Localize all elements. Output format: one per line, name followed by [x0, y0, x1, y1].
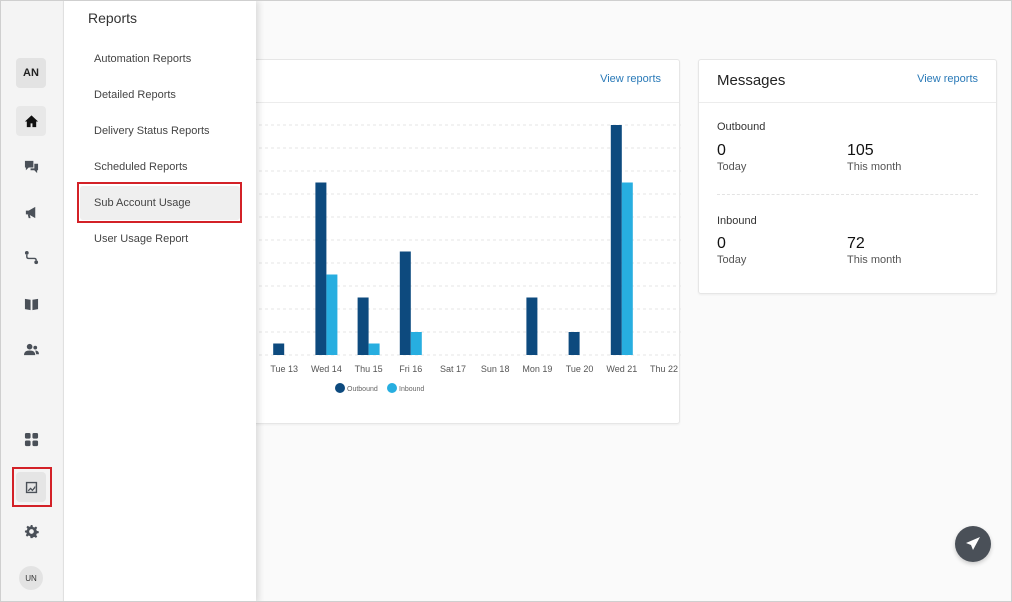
- x-tick-label: Wed 14: [311, 364, 342, 374]
- outbound-label: Outbound: [717, 121, 766, 133]
- bar-outbound-fri-16: [399, 251, 411, 355]
- bar-outbound-wed-21: [610, 125, 622, 355]
- x-tick-label: Sat 17: [440, 364, 466, 374]
- user-avatar[interactable]: UN: [19, 566, 43, 590]
- x-tick-label: Mon 19: [522, 364, 552, 374]
- bar-outbound-mon-19: [526, 297, 538, 355]
- messages-card: Messages View reports Outbound 0 Today 1…: [698, 59, 997, 294]
- inbound-today-label: Today: [717, 254, 747, 266]
- legend-swatch-outbound: [335, 383, 345, 393]
- x-tick-label: Sun 18: [481, 364, 510, 374]
- legend-label-inbound: Inbound: [399, 386, 424, 393]
- contacts-icon[interactable]: [16, 334, 46, 364]
- inbound-label: Inbound: [717, 215, 757, 227]
- outbound-month-value: 105: [847, 142, 874, 159]
- apps-icon[interactable]: [16, 424, 46, 454]
- menu-item-detailed-reports[interactable]: Detailed Reports: [80, 78, 240, 112]
- reports-flyout: Reports Automation Reports Detailed Repo…: [64, 1, 256, 601]
- outbound-today-value: 0: [717, 142, 726, 159]
- x-tick-label: Tue 13: [270, 364, 298, 374]
- menu-item-sub-account-usage[interactable]: Sub Account Usage: [80, 186, 240, 220]
- x-tick-label: Thu 22: [650, 364, 678, 374]
- inbound-today-value: 0: [717, 235, 726, 252]
- flyout-title: Reports: [88, 10, 138, 26]
- chat-icon[interactable]: [16, 151, 46, 181]
- menu-item-delivery-status-reports[interactable]: Delivery Status Reports: [80, 114, 240, 148]
- bar-inbound-wed-21: [621, 182, 633, 355]
- gear-icon[interactable]: [16, 516, 46, 546]
- send-icon: [966, 537, 980, 550]
- icon-rail: AN UN: [1, 1, 64, 601]
- bar-outbound-tue-20: [568, 332, 580, 355]
- menu-item-scheduled-reports[interactable]: Scheduled Reports: [80, 150, 240, 184]
- flow-icon[interactable]: [16, 242, 46, 272]
- outbound-today-label: Today: [717, 161, 747, 173]
- bar-inbound-fri-16: [410, 332, 422, 355]
- bar-outbound-thu-15: [357, 297, 369, 355]
- outbound-month-label: This month: [847, 161, 902, 173]
- messages-title: Messages: [717, 72, 786, 89]
- messages-view-reports-link[interactable]: View reports: [917, 73, 978, 85]
- menu-item-user-usage-report[interactable]: User Usage Report: [80, 222, 240, 256]
- bar-outbound-tue-13: [273, 343, 285, 355]
- bar-outbound-wed-14: [315, 182, 327, 355]
- legend-label-outbound: Outbound: [347, 386, 378, 393]
- x-tick-label: Thu 15: [355, 364, 383, 374]
- send-fab[interactable]: [955, 526, 991, 562]
- card-divider: [699, 102, 996, 103]
- megaphone-icon[interactable]: [16, 197, 46, 227]
- home-icon[interactable]: [16, 106, 46, 136]
- x-tick-label: Fri 16: [399, 364, 422, 374]
- x-tick-label: Tue 20: [566, 364, 594, 374]
- legend-swatch-inbound: [387, 383, 397, 393]
- bar-inbound-wed-14: [326, 274, 338, 355]
- inbound-month-value: 72: [847, 235, 865, 252]
- x-tick-label: Wed 21: [606, 364, 637, 374]
- inbound-month-label: This month: [847, 254, 902, 266]
- reports-icon[interactable]: [16, 472, 46, 502]
- messages-separator: [717, 194, 978, 195]
- menu-item-automation-reports[interactable]: Automation Reports: [80, 42, 240, 76]
- book-icon[interactable]: [16, 288, 46, 318]
- account-avatar[interactable]: AN: [16, 58, 46, 88]
- bar-inbound-thu-15: [368, 343, 380, 355]
- app-window: AN UN View reports Tue 13 Wed 14 Thu 15 …: [0, 0, 1012, 602]
